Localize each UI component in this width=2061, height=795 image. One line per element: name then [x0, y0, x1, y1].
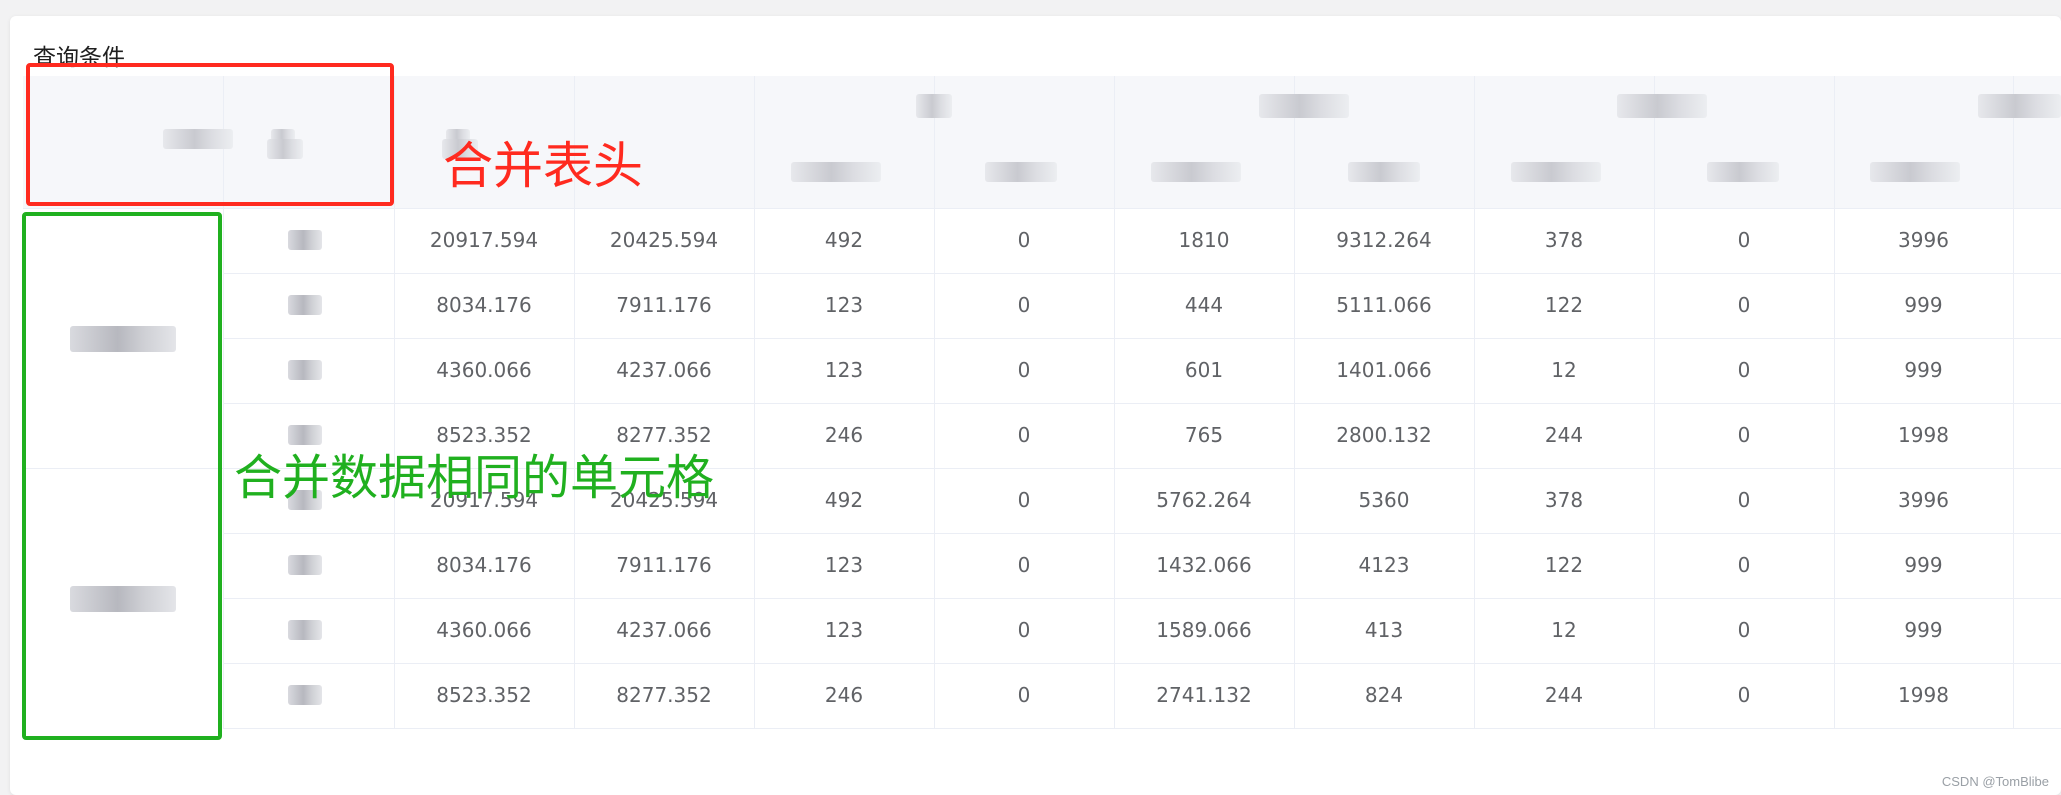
header-sublabel	[1151, 162, 1241, 182]
table-cell: 0	[1017, 618, 1031, 642]
redacted-subcategory	[288, 685, 322, 705]
column-divider	[2013, 76, 2014, 728]
header-sublabel	[985, 162, 1057, 182]
table-cell: 601	[1184, 358, 1224, 382]
table-cell: 122	[1544, 293, 1584, 317]
table-cell: 7911.176	[616, 553, 712, 577]
table-cell: 1589.066	[1156, 618, 1252, 642]
table-cell: 0	[1737, 683, 1751, 707]
table-cell: 0	[1737, 553, 1751, 577]
merged-cells-highlight	[22, 212, 222, 740]
table-cell: 413	[1364, 618, 1404, 642]
table-cell: 123	[824, 553, 864, 577]
table-cell: 0	[1737, 423, 1751, 447]
redacted-subcategory	[288, 620, 322, 640]
table-cell: 0	[1737, 618, 1751, 642]
table-cell: 378	[1544, 228, 1584, 252]
table-cell: 4123	[1358, 553, 1410, 577]
table-cell: 492	[824, 228, 864, 252]
table-cell: 4360.066	[436, 358, 532, 382]
header-sublabel	[1870, 162, 1960, 182]
table-cell: 0	[1017, 293, 1031, 317]
table-cell: 2800.132	[1336, 423, 1432, 447]
row-divider	[223, 728, 2061, 729]
table-cell: 1401.066	[1336, 358, 1432, 382]
table-cell: 8523.352	[436, 683, 532, 707]
header-group-label	[916, 94, 952, 118]
table-cell: 3996	[1898, 228, 1949, 252]
redacted-subcategory	[288, 295, 322, 315]
table-cell: 20917.594	[429, 228, 539, 252]
table-cell: 123	[824, 293, 864, 317]
table-cell: 8034.176	[436, 553, 532, 577]
table-cell: 123	[824, 618, 864, 642]
table-cell: 9312.264	[1336, 228, 1432, 252]
table-cell: 0	[1737, 293, 1751, 317]
table-cell: 999	[1904, 618, 1943, 642]
table-cell: 244	[1544, 423, 1584, 447]
table-cell: 246	[824, 683, 864, 707]
table-cell: 123	[824, 358, 864, 382]
table-cell: 0	[1737, 228, 1751, 252]
table-cell: 378	[1544, 488, 1584, 512]
table-cell: 0	[1017, 553, 1031, 577]
table-cell: 1998	[1898, 423, 1949, 447]
table-cell: 765	[1184, 423, 1224, 447]
header-group-label	[1978, 94, 2061, 118]
merge-header-annotation: 合并表头	[443, 137, 643, 195]
redacted-subcategory	[288, 360, 322, 380]
table-cell: 2741.132	[1156, 683, 1252, 707]
table-cell: 0	[1017, 423, 1031, 447]
table-cell: 4237.066	[616, 358, 712, 382]
header-sublabel	[1707, 162, 1779, 182]
table-cell: 12	[1551, 358, 1577, 382]
table-cell: 999	[1904, 553, 1943, 577]
table-cell: 1810	[1178, 228, 1230, 252]
table-cell: 7911.176	[616, 293, 712, 317]
table-cell: 444	[1184, 293, 1224, 317]
header-sublabel	[1348, 162, 1420, 182]
table-cell: 8277.352	[616, 683, 712, 707]
table-cell: 122	[1544, 553, 1584, 577]
table-cell: 20425.594	[609, 228, 719, 252]
table-cell: 4237.066	[616, 618, 712, 642]
table-cell: 246	[824, 423, 864, 447]
table-cell: 1432.066	[1156, 553, 1252, 577]
merge-cells-annotation: 合并数据相同的单元格	[234, 450, 715, 506]
table-cell: 5360	[1358, 488, 1410, 512]
table-cell: 492	[824, 488, 864, 512]
table-cell: 8034.176	[436, 293, 532, 317]
merged-header-highlight	[26, 63, 394, 206]
header-group-label	[1259, 94, 1349, 118]
header-sublabel	[791, 162, 881, 182]
redacted-subcategory	[288, 555, 322, 575]
table-cell: 999	[1904, 358, 1943, 382]
table-cell: 0	[1017, 358, 1031, 382]
table-cell: 5762.264	[1156, 488, 1252, 512]
table-cell: 1998	[1898, 683, 1949, 707]
table-cell: 824	[1364, 683, 1404, 707]
table-cell: 0	[1737, 358, 1751, 382]
header-sublabel	[1511, 162, 1601, 182]
table-cell: 5111.066	[1336, 293, 1432, 317]
table-cell: 3996	[1898, 488, 1949, 512]
table-cell: 4360.066	[436, 618, 532, 642]
table-cell: 0	[1737, 488, 1751, 512]
table-cell: 0	[1017, 488, 1031, 512]
table-cell: 12	[1551, 618, 1577, 642]
redacted-subcategory	[288, 230, 322, 250]
watermark: CSDN @TomBlibe	[1941, 774, 2049, 789]
table-cell: 0	[1017, 683, 1031, 707]
header-group-label	[1617, 94, 1707, 118]
table-cell: 244	[1544, 683, 1584, 707]
table-cell: 999	[1904, 293, 1943, 317]
table-cell: 0	[1017, 228, 1031, 252]
